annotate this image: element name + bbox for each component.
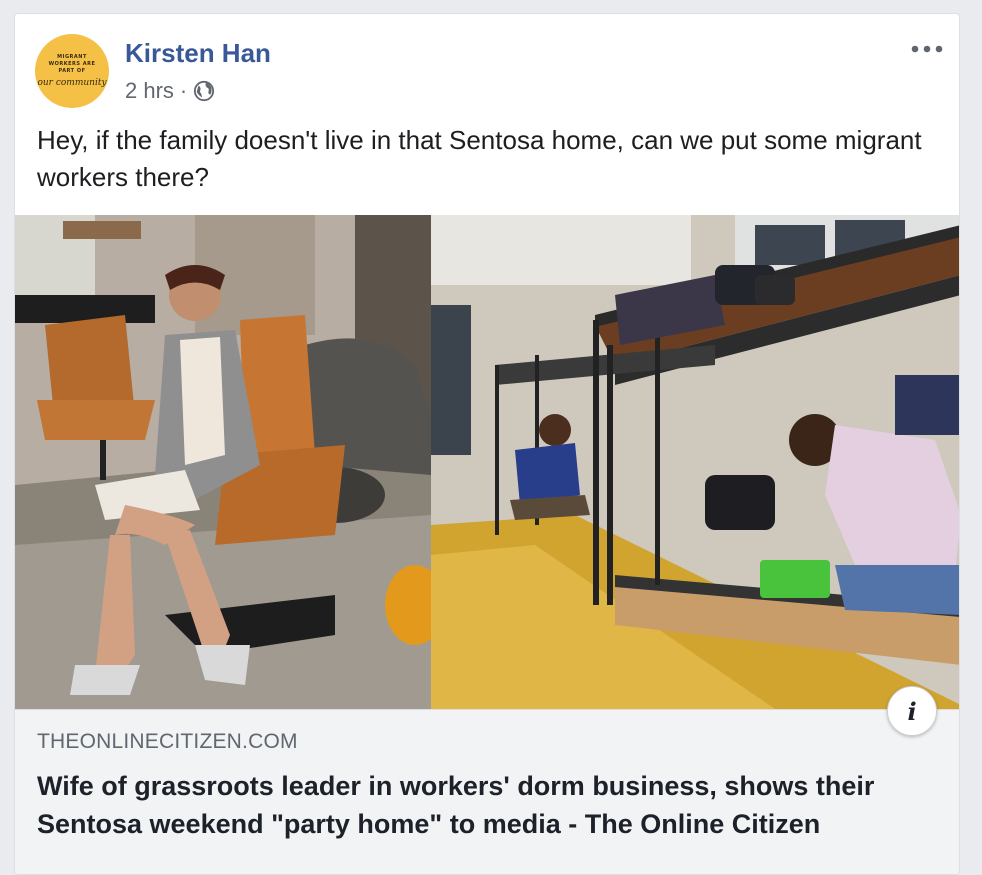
more-options-icon[interactable] — [909, 36, 945, 62]
meta-separator: · — [179, 78, 188, 103]
author-name[interactable]: Kirsten Han — [125, 38, 271, 69]
post-meta: 2 hrs · — [125, 78, 215, 104]
avatar[interactable]: MIGRANT WORKERS ARE PART OF our communit… — [35, 34, 109, 108]
avatar-text-line2: our community — [37, 77, 107, 88]
link-domain: THEONLINECITIZEN.COM — [37, 730, 298, 753]
avatar-text-line1: MIGRANT WORKERS ARE PART OF — [48, 53, 96, 74]
link-preview-info[interactable]: THEONLINECITIZEN.COM Wife of grassroots … — [15, 709, 959, 874]
post-text: Hey, if the family doesn't live in that … — [37, 125, 922, 192]
globe-icon[interactable] — [193, 80, 215, 102]
preview-photo — [15, 215, 959, 709]
timestamp[interactable]: 2 hrs — [125, 78, 174, 104]
link-headline[interactable]: Wife of grassroots leader in workers' do… — [37, 767, 947, 843]
info-icon[interactable]: i — [887, 686, 937, 736]
link-preview-image[interactable] — [15, 215, 959, 709]
post-card: MIGRANT WORKERS ARE PART OF our communit… — [14, 13, 960, 875]
